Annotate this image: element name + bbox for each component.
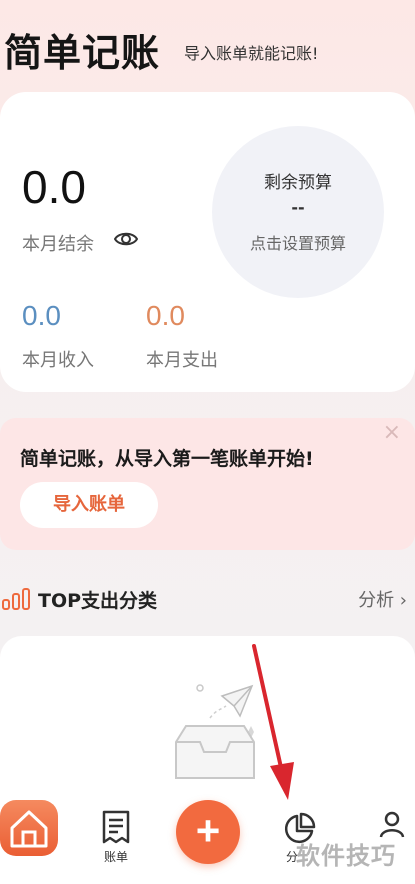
income-value: 0.0 — [22, 300, 61, 331]
top-expense-card — [0, 636, 415, 816]
tab-home[interactable] — [0, 800, 58, 856]
eye-icon[interactable] — [114, 229, 138, 249]
budget-button[interactable]: 剩余预算 -- 点击设置预算 — [212, 126, 384, 298]
bar-chart-icon — [2, 588, 30, 610]
add-record-button[interactable]: + — [176, 800, 240, 864]
section-title: TOP支出分类 — [38, 590, 158, 612]
user-icon[interactable] — [378, 810, 406, 838]
import-banner: 简单记账，从导入第一笔账单开始! × 导入账单 — [0, 418, 415, 550]
balance-value: 0.0 — [22, 161, 86, 213]
watermark-text: 软件技巧 — [296, 842, 396, 870]
top-expense-section-header: TOP支出分类 分析 › — [0, 580, 415, 616]
expense-value: 0.0 — [146, 300, 185, 331]
close-icon[interactable]: × — [383, 422, 401, 444]
analyze-link[interactable]: 分析 › — [358, 586, 407, 612]
page-title: 简单记账 — [4, 31, 161, 75]
summary-card: 0.0 本月结余 剩余预算 -- 点击设置预算 0.0 本月收入 0.0 本月支… — [0, 92, 415, 392]
expense-label: 本月支出 — [146, 350, 218, 371]
budget-hint: 点击设置预算 — [249, 234, 346, 253]
tab-bills-label: 账单 — [103, 850, 128, 864]
header: 简单记账 导入账单就能记账! — [0, 18, 415, 78]
budget-title: 剩余预算 — [264, 173, 332, 193]
banner-text: 简单记账，从导入第一笔账单开始! — [20, 448, 314, 470]
tab-bills[interactable]: 账单 — [96, 808, 136, 864]
balance-label: 本月结余 — [22, 234, 94, 255]
plus-icon: + — [195, 807, 221, 854]
import-bill-button[interactable]: 导入账单 — [20, 482, 158, 528]
income-label: 本月收入 — [22, 350, 94, 371]
empty-state-illustration — [175, 684, 255, 779]
page-subtitle: 导入账单就能记账! — [184, 44, 319, 63]
budget-value: -- — [291, 198, 305, 217]
bill-icon — [102, 810, 130, 844]
home-icon — [10, 810, 48, 848]
